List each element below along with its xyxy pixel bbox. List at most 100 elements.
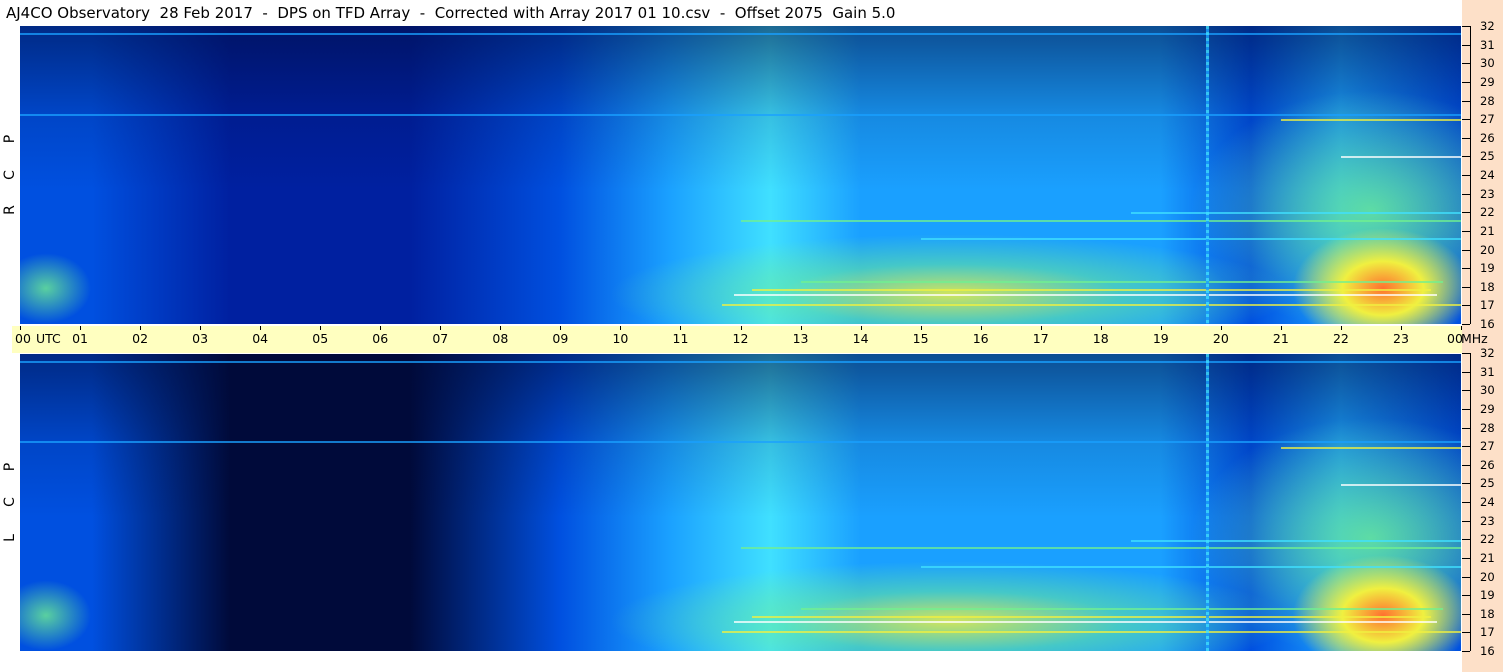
time-tick-label-17: 17 <box>1032 331 1049 346</box>
freq-lcp-label-32: 32 <box>1480 346 1495 360</box>
time-axis-unit: UTC <box>36 331 61 346</box>
freq-lcp-label-18: 18 <box>1480 607 1495 621</box>
time-tick-label-6: 06 <box>372 331 389 346</box>
time-tick-9 <box>560 326 562 330</box>
time-axis: 00 UTC 01 02 03 04 05 06 07 08 09 10 11 12 13 14 15 16 17 1… <box>12 326 1488 353</box>
time-tick-label-19: 19 <box>1152 331 1169 346</box>
time-tick-label-23: 23 <box>1393 331 1409 346</box>
band-line-6 <box>1130 212 1461 214</box>
freq-rcp-label-17: 17 <box>1480 298 1495 312</box>
time-tick-label-12: 12 <box>732 331 749 346</box>
spectrogram-rcp-bands <box>20 26 1461 324</box>
freq-rcp-tick-27 <box>1462 119 1470 120</box>
time-tick-6 <box>380 326 382 330</box>
time-tick-label-15: 15 <box>912 331 929 346</box>
freq-rcp-tick-16 <box>1462 324 1470 325</box>
time-tick-label-16: 16 <box>972 331 989 346</box>
freq-rcp-label-29: 29 <box>1480 75 1495 89</box>
freq-lcp-tick-21 <box>1462 558 1470 559</box>
side-label-rcp-1: C <box>2 170 18 180</box>
freq-rcp-label-23: 23 <box>1480 187 1495 201</box>
band-line-10 <box>20 33 1461 35</box>
time-tick-0 <box>20 326 21 330</box>
time-tick-label-1: 01 <box>72 331 88 346</box>
band-line-4 <box>920 238 1461 240</box>
freq-lcp-tick-30 <box>1462 390 1470 391</box>
freq-lcp-tick-19 <box>1462 595 1470 596</box>
time-tick-12 <box>740 326 742 330</box>
band-line-2 <box>752 616 1431 618</box>
freq-lcp-label-28: 28 <box>1480 421 1495 435</box>
freq-rcp-tick-21 <box>1462 231 1470 232</box>
freq-rcp-tick-17 <box>1462 305 1470 306</box>
freq-rcp-tick-29 <box>1462 82 1470 83</box>
freq-lcp-label-19: 19 <box>1480 588 1495 602</box>
freq-rcp-label-30: 30 <box>1480 56 1495 70</box>
freq-lcp-label-21: 21 <box>1480 551 1495 565</box>
freq-lcp-label-20: 20 <box>1480 570 1495 584</box>
time-tick-label-14: 14 <box>852 331 869 346</box>
freq-lcp-label-17: 17 <box>1480 625 1495 639</box>
freq-rcp-tick-26 <box>1462 138 1470 139</box>
time-tick-label-11: 11 <box>672 331 689 346</box>
freq-rcp-label-28: 28 <box>1480 94 1495 108</box>
freq-lcp-tick-16 <box>1462 651 1470 652</box>
chart-title: AJ4CO Observatory 28 Feb 2017 - DPS on T… <box>6 4 896 22</box>
freq-rcp-tick-24 <box>1462 175 1470 176</box>
spectrogram-rcp <box>20 26 1461 324</box>
freq-rcp-label-24: 24 <box>1480 168 1495 182</box>
freq-lcp-label-30: 30 <box>1480 383 1495 397</box>
freq-lcp-tick-22 <box>1462 539 1470 540</box>
band-line-8 <box>1340 156 1461 158</box>
freq-rcp-label-19: 19 <box>1480 261 1495 275</box>
interference-line-0 <box>1205 354 1209 651</box>
freq-lcp-tick-32 <box>1462 353 1470 354</box>
time-tick-22 <box>1340 326 1342 330</box>
side-label-lcp-0: P <box>2 462 18 472</box>
freq-rcp-label-21: 21 <box>1480 224 1495 238</box>
time-tick-label-0: 00 <box>15 331 31 346</box>
time-tick-label-18: 18 <box>1092 331 1109 346</box>
band-line-10 <box>20 361 1461 363</box>
freq-rcp-label-18: 18 <box>1480 280 1495 294</box>
time-tick-13 <box>800 326 802 330</box>
freq-lcp-tick-27 <box>1462 446 1470 447</box>
freq-rcp-label-20: 20 <box>1480 243 1495 257</box>
freq-lcp-label-29: 29 <box>1480 402 1495 416</box>
freq-rcp-tick-22 <box>1462 212 1470 213</box>
freq-rcp-label-32: 32 <box>1480 19 1495 33</box>
freq-lcp-label-24: 24 <box>1480 495 1495 509</box>
freq-rcp-tick-30 <box>1462 63 1470 64</box>
band-line-3 <box>800 608 1443 610</box>
side-label-rcp-0: P <box>2 134 18 144</box>
time-tick-4 <box>260 326 262 330</box>
freq-rcp-tick-28 <box>1462 101 1470 102</box>
freq-rcp-label-31: 31 <box>1480 38 1495 52</box>
freq-rcp-label-27: 27 <box>1480 112 1495 126</box>
time-tick-label-4: 04 <box>252 331 269 346</box>
time-tick-label-10: 10 <box>612 331 629 346</box>
freq-rcp-label-26: 26 <box>1480 131 1495 145</box>
freq-rcp-label-22: 22 <box>1480 205 1495 219</box>
freq-lcp-label-26: 26 <box>1480 458 1495 472</box>
freq-lcp-label-27: 27 <box>1480 439 1495 453</box>
band-line-9 <box>20 441 1461 443</box>
time-tick-1 <box>80 326 82 330</box>
freq-lcp-spine <box>1470 353 1471 651</box>
band-line-9 <box>20 114 1461 116</box>
freq-rcp-tick-32 <box>1462 26 1470 27</box>
time-tick-5 <box>320 326 322 330</box>
freq-rcp-tick-31 <box>1462 45 1470 46</box>
freq-rcp-label-25: 25 <box>1480 149 1495 163</box>
freq-rcp-spine <box>1470 26 1471 324</box>
band-line-0 <box>722 631 1461 633</box>
side-label-lcp-2: L <box>2 534 18 542</box>
band-line-3 <box>800 281 1443 283</box>
time-tick-11 <box>680 326 682 330</box>
freq-lcp-tick-31 <box>1462 372 1470 373</box>
time-tick-label-21: 21 <box>1272 331 1289 346</box>
freq-rcp-tick-25 <box>1462 156 1470 157</box>
freq-lcp-label-22: 22 <box>1480 532 1495 546</box>
band-line-4 <box>920 566 1461 568</box>
spectrogram-lcp-bands <box>20 354 1461 651</box>
